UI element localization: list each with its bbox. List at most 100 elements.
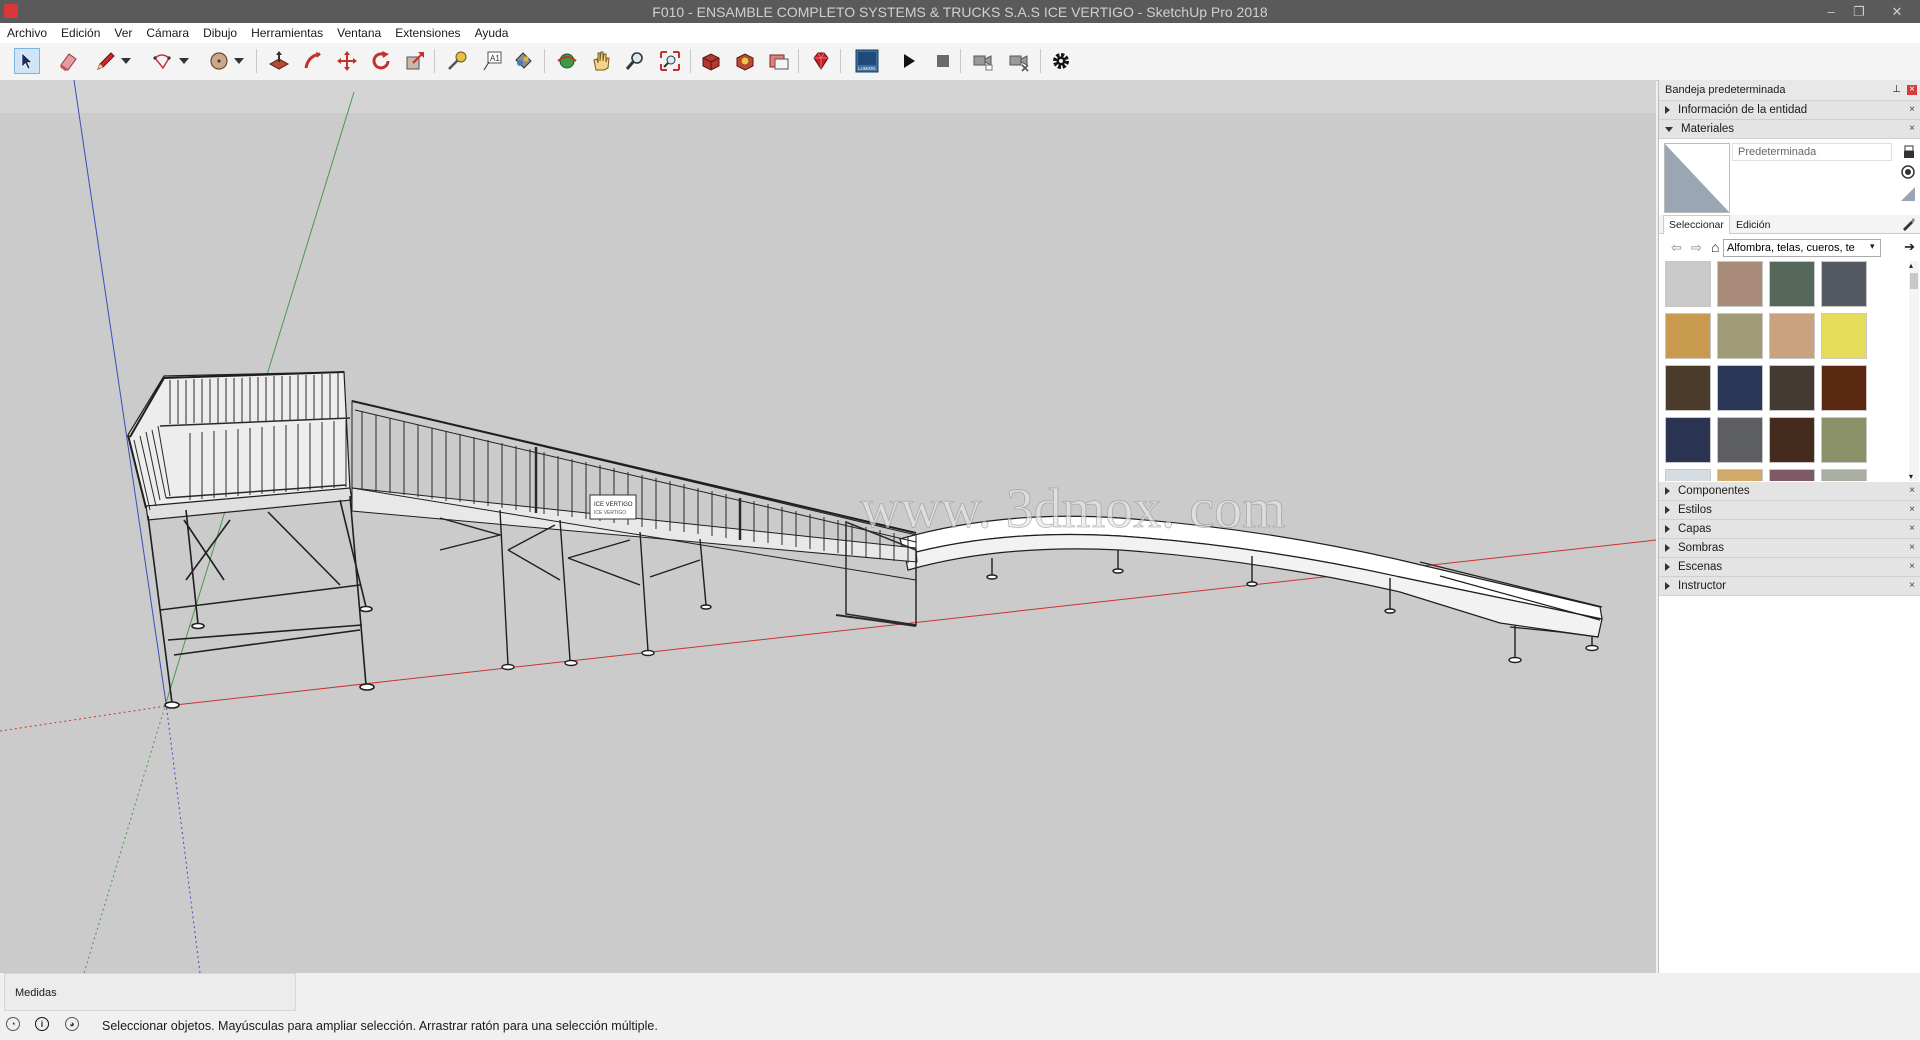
- section-escenas[interactable]: Escenas ×: [1659, 558, 1920, 577]
- restore-button[interactable]: ❐: [1845, 0, 1873, 23]
- section-sombras[interactable]: Sombras ×: [1659, 539, 1920, 558]
- scroll-down-icon[interactable]: ▾: [1909, 472, 1913, 481]
- zoom-icon[interactable]: [622, 48, 648, 74]
- arc-dropdown-icon[interactable]: [177, 48, 191, 74]
- user-account-icon[interactable]: ◕: [65, 1017, 79, 1031]
- measurements-box[interactable]: Medidas: [4, 973, 296, 1011]
- pencil-icon[interactable]: [93, 48, 119, 74]
- layout-icon[interactable]: [766, 48, 792, 74]
- text-icon[interactable]: A1: [479, 48, 505, 74]
- section-materials[interactable]: Materiales ×: [1659, 120, 1920, 139]
- scroll-up-icon[interactable]: ▴: [1909, 261, 1913, 270]
- orbit-icon[interactable]: [554, 48, 580, 74]
- minimize-button[interactable]: –: [1817, 0, 1845, 23]
- eraser-icon[interactable]: [55, 48, 81, 74]
- create-material-icon[interactable]: [1901, 165, 1915, 179]
- back-arrow-icon[interactable]: ⇦: [1671, 240, 1682, 256]
- arc-icon[interactable]: [149, 48, 175, 74]
- material-swatch[interactable]: [1665, 261, 1711, 307]
- swatch-scrollbar[interactable]: ▴ ▾: [1909, 261, 1919, 481]
- geo-location-icon[interactable]: ◔: [6, 1017, 20, 1031]
- scale-icon[interactable]: [402, 48, 428, 74]
- play-icon[interactable]: [896, 48, 922, 74]
- menu-herramientas[interactable]: Herramientas: [244, 26, 330, 40]
- menu-camara[interactable]: Cámara: [139, 26, 196, 40]
- section-entity-info[interactable]: Información de la entidad ×: [1659, 101, 1920, 120]
- section-close-icon[interactable]: ×: [1907, 562, 1917, 572]
- material-swatch[interactable]: [1821, 313, 1867, 359]
- material-swatch[interactable]: [1769, 417, 1815, 463]
- section-estilos[interactable]: Estilos ×: [1659, 501, 1920, 520]
- section-componentes[interactable]: Componentes ×: [1659, 482, 1920, 501]
- circle-dropdown-icon[interactable]: [232, 48, 246, 74]
- material-swatch[interactable]: [1717, 417, 1763, 463]
- forward-arrow-icon[interactable]: ⇨: [1691, 240, 1702, 256]
- material-swatch[interactable]: [1821, 417, 1867, 463]
- menu-dibujo[interactable]: Dibujo: [196, 26, 244, 40]
- circle-icon[interactable]: [206, 48, 232, 74]
- zoom-extents-icon[interactable]: [657, 48, 683, 74]
- material-swatch[interactable]: [1821, 469, 1867, 481]
- material-swatch[interactable]: [1769, 313, 1815, 359]
- camera-x-icon[interactable]: [1006, 48, 1032, 74]
- material-swatch[interactable]: [1665, 469, 1711, 481]
- tape-measure-icon[interactable]: [444, 48, 470, 74]
- select-icon[interactable]: [14, 48, 40, 74]
- material-swatch[interactable]: [1821, 261, 1867, 307]
- details-arrow-icon[interactable]: ➔: [1904, 239, 1915, 255]
- settings-icon[interactable]: [1048, 48, 1074, 74]
- sample-paint-icon[interactable]: [1901, 217, 1915, 231]
- material-name-field[interactable]: Predeterminada: [1732, 143, 1892, 161]
- material-swatch[interactable]: [1717, 365, 1763, 411]
- material-swatch[interactable]: [1717, 469, 1763, 481]
- home-icon[interactable]: ⌂: [1711, 239, 1719, 255]
- menu-ventana[interactable]: Ventana: [330, 26, 388, 40]
- material-swatch[interactable]: [1665, 313, 1711, 359]
- close-button[interactable]: ✕: [1883, 0, 1911, 23]
- move-icon[interactable]: [334, 48, 360, 74]
- follow-me-icon[interactable]: [300, 48, 326, 74]
- tray-close-icon[interactable]: ×: [1907, 85, 1917, 95]
- menu-edicion[interactable]: Edición: [54, 26, 107, 40]
- tab-select[interactable]: Seleccionar: [1663, 215, 1730, 234]
- material-swatch[interactable]: [1769, 365, 1815, 411]
- section-capas[interactable]: Capas ×: [1659, 520, 1920, 539]
- material-swatch[interactable]: [1821, 365, 1867, 411]
- ruby-icon[interactable]: [808, 48, 834, 74]
- lumion-icon[interactable]: LUMION: [854, 48, 880, 74]
- model-viewport[interactable]: ICE VERTIGO ICE VERTIGO www. 3dmox. com: [0, 80, 1656, 973]
- section-close-icon[interactable]: ×: [1907, 486, 1917, 496]
- scroll-thumb[interactable]: [1910, 273, 1918, 289]
- info-icon[interactable]: i: [35, 1017, 49, 1031]
- section-close-icon[interactable]: ×: [1907, 581, 1917, 591]
- material-swatch[interactable]: [1769, 261, 1815, 307]
- pencil-dropdown-icon[interactable]: [119, 48, 133, 74]
- menu-extensiones[interactable]: Extensiones: [388, 26, 467, 40]
- material-swatch[interactable]: [1665, 365, 1711, 411]
- menu-ayuda[interactable]: Ayuda: [468, 26, 516, 40]
- warehouse-icon[interactable]: [698, 48, 724, 74]
- material-swatch[interactable]: [1717, 313, 1763, 359]
- material-category-select[interactable]: [1723, 239, 1881, 257]
- menu-ver[interactable]: Ver: [107, 26, 139, 40]
- stop-icon[interactable]: [930, 48, 956, 74]
- rotate-icon[interactable]: [368, 48, 394, 74]
- paint-bucket-icon[interactable]: [510, 48, 536, 74]
- section-close-icon[interactable]: ×: [1907, 105, 1917, 115]
- section-instructor[interactable]: Instructor ×: [1659, 577, 1920, 596]
- pan-icon[interactable]: [588, 48, 614, 74]
- camera-icon[interactable]: [970, 48, 996, 74]
- section-close-icon[interactable]: ×: [1907, 543, 1917, 553]
- material-swatch[interactable]: [1717, 261, 1763, 307]
- material-swatch[interactable]: [1769, 469, 1815, 481]
- extension-warehouse-icon[interactable]: [732, 48, 758, 74]
- section-close-icon[interactable]: ×: [1907, 524, 1917, 534]
- display-secondary-icon[interactable]: [1903, 145, 1915, 159]
- tab-edit[interactable]: Edición: [1731, 217, 1775, 233]
- section-close-icon[interactable]: ×: [1907, 505, 1917, 515]
- default-material-icon[interactable]: [1901, 187, 1915, 201]
- push-pull-icon[interactable]: [266, 48, 292, 74]
- menu-archivo[interactable]: Archivo: [0, 26, 54, 40]
- pin-icon[interactable]: ⊥: [1892, 84, 1901, 95]
- section-close-icon[interactable]: ×: [1907, 124, 1917, 134]
